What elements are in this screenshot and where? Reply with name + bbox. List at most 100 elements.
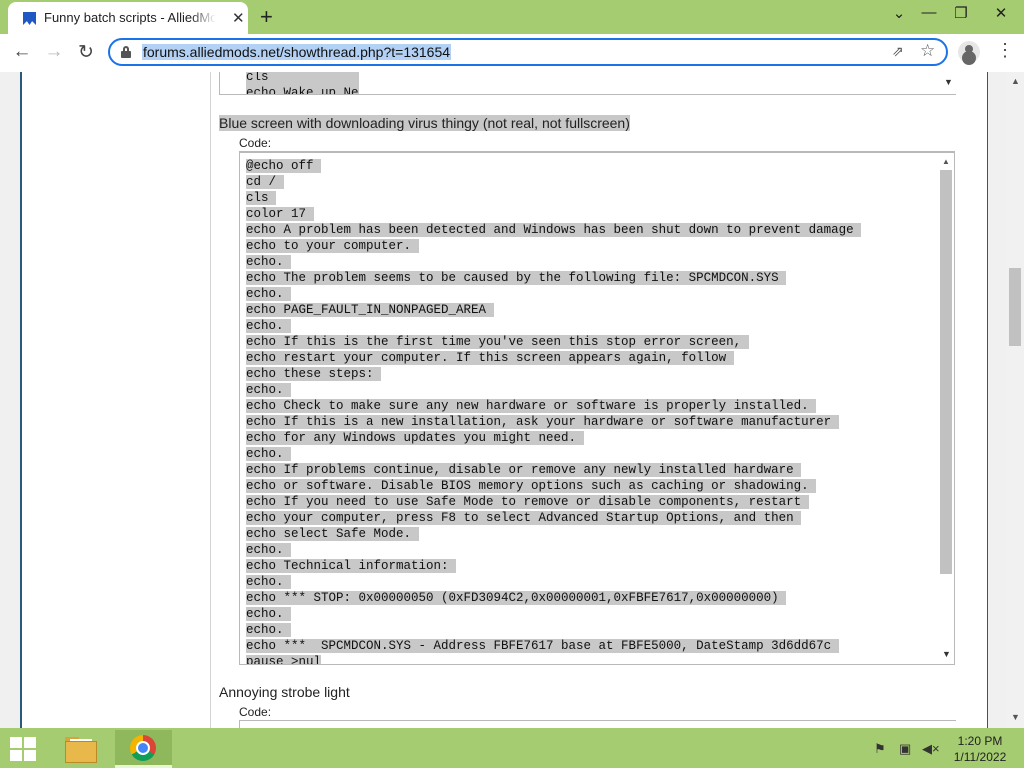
previous-code-text: cls echo Wake up Ne [246,72,359,94]
close-window-button[interactable]: ✕ [986,4,1016,22]
post-title: Blue screen with downloading virus thing… [219,115,630,131]
code-line: echo select Safe Mode. [246,526,861,542]
code-line: echo A problem has been detected and Win… [246,222,862,238]
profile-avatar-icon[interactable] [958,41,980,63]
code-line-text: echo *** SPCMDCON.SYS - Address FBFE7617… [246,639,839,653]
scroll-down-arrow-icon[interactable]: ▼ [944,77,953,87]
clock-time: 1:20 PM [957,734,1003,748]
code-line-text: echo your computer, press F8 to select A… [246,511,802,525]
second-code-block[interactable] [239,720,956,728]
code-line: echo. [246,318,861,334]
code-line-text: echo The problem seems to be caused by t… [246,271,787,285]
code-line-text: echo. [246,383,292,397]
code-line: echo Check to make sure any new hardware… [246,398,861,414]
code-line: echo *** STOP: 0x00000050 (0xFD3094C2,0x… [246,590,861,606]
page-scroll-down-icon[interactable]: ▼ [1011,712,1020,722]
code-line: cd / [246,174,861,190]
code-line: cls [246,190,861,206]
code-line-text: echo. [246,319,292,333]
code-line: echo PAGE_FAULT_IN_NONPAGED_AREA [246,302,861,318]
code-line-text: pause >nul [246,655,322,664]
browser-toolbar: ← → ↻ forums.alliedmods.net/showthread.p… [0,34,1024,73]
code-line-text: echo these steps: [246,367,382,381]
code-line: color 17 [246,206,861,222]
code-scrollbar-thumb[interactable] [940,170,952,574]
volume-muted-icon[interactable]: ◀× [922,741,940,757]
code-line-text: echo PAGE_FAULT_IN_NONPAGED_AREA [246,303,494,317]
url-text[interactable]: forums.alliedmods.net/showthread.php?t=1… [142,44,452,60]
code-line-text: echo to your computer. [246,239,419,253]
code-line-text: echo If this is a new installation, ask … [246,415,839,429]
code-line-text: echo If problems continue, disable or re… [246,463,802,477]
code-line: echo restart your computer. If this scre… [246,350,861,366]
code-line-text: echo for any Windows updates you might n… [246,431,584,445]
address-bar[interactable]: forums.alliedmods.net/showthread.php?t=1… [108,38,948,66]
code-line: echo. [246,606,861,622]
code-line: echo If you need to use Safe Mode to rem… [246,494,861,510]
code-scrollbar[interactable]: ▲ ▼ [938,153,954,664]
code-line-text: echo. [246,607,292,621]
second-post-title: Annoying strobe light [219,684,350,700]
tab-close-icon[interactable]: ✕ [232,9,245,27]
code-line-text: echo or software. Disable BIOS memory op… [246,479,817,493]
network-icon[interactable]: ▣ [899,741,911,757]
page-scrollbar[interactable]: ▲ ▼ [1006,72,1024,728]
code-line: echo. [246,542,861,558]
minimize-button[interactable]: — [914,4,944,21]
code-line-text: cd / [246,175,284,189]
code-line-text: echo Check to make sure any new hardware… [246,399,817,413]
code-line: echo these steps: [246,366,861,382]
new-tab-button[interactable]: + [260,4,273,30]
browser-menu-icon[interactable]: ⋮ [996,40,1014,61]
code-line-text: cls [246,191,277,205]
code-line: echo. [246,622,861,638]
code-label: Code: [239,136,272,150]
code-line: echo. [246,382,861,398]
code-line-text: color 17 [246,207,314,221]
code-line-text: echo. [246,255,292,269]
tab-title: Funny batch scripts - AlliedModders [44,10,216,25]
alliedmods-favicon-icon [23,12,36,25]
page-scrollbar-thumb[interactable] [1009,268,1021,346]
code-line: pause >nul [246,654,861,664]
previous-code-block[interactable]: cls echo Wake up Ne ▼ [219,72,956,95]
code-line: echo. [246,286,861,302]
code-line: echo If this is the first time you've se… [246,334,861,350]
code-line-text: echo restart your computer. If this scre… [246,351,734,365]
share-icon[interactable]: ⇗ [892,43,904,60]
code-line-text: echo *** STOP: 0x00000050 (0xFD3094C2,0x… [246,591,787,605]
chrome-taskbar-button[interactable] [115,730,172,768]
lock-icon[interactable] [121,46,131,58]
page-viewport: cls echo Wake up Ne ▼ Blue screen with d… [0,72,1024,728]
forward-button[interactable]: → [42,41,66,63]
code-line-text: echo A problem has been detected and Win… [246,223,862,237]
code-line: echo your computer, press F8 to select A… [246,510,861,526]
tab-search-icon[interactable]: ⌄ [884,4,914,22]
code-line: echo for any Windows updates you might n… [246,430,861,446]
flag-icon[interactable]: ⚑ [874,741,886,757]
code-line-text: echo If you need to use Safe Mode to rem… [246,495,809,509]
file-explorer-icon[interactable] [62,732,102,766]
second-code-label: Code: [239,705,272,719]
back-button[interactable]: ← [10,41,34,63]
code-line: echo If problems continue, disable or re… [246,462,861,478]
tab-funny-batch-scripts[interactable]: Funny batch scripts - AlliedModders ✕ [8,2,248,34]
code-line-text: echo. [246,623,292,637]
bookmark-star-icon[interactable]: ☆ [920,41,935,61]
code-block[interactable]: @echo off cd / cls color 17 echo A probl… [239,151,955,665]
windows-taskbar: ⚑ ▣ ◀× 1:20 PM 1/11/2022 [0,728,1024,768]
code-line: echo *** SPCMDCON.SYS - Address FBFE7617… [246,638,861,654]
code-line: echo or software. Disable BIOS memory op… [246,478,861,494]
code-line: echo. [246,446,861,462]
page-scroll-up-icon[interactable]: ▲ [1011,76,1020,86]
windows-start-icon[interactable] [10,737,38,761]
system-clock[interactable]: 1:20 PM 1/11/2022 [940,733,1020,765]
code-line-text: echo. [246,543,292,557]
scroll-down-arrow-icon[interactable]: ▼ [942,649,951,659]
code-lines: @echo off cd / cls color 17 echo A probl… [246,158,862,664]
chrome-icon [130,735,156,761]
clock-date: 1/11/2022 [953,750,1007,764]
scroll-up-arrow-icon[interactable]: ▲ [942,157,950,166]
restore-button[interactable]: ❐ [946,4,976,22]
reload-button[interactable]: ↻ [74,41,98,64]
